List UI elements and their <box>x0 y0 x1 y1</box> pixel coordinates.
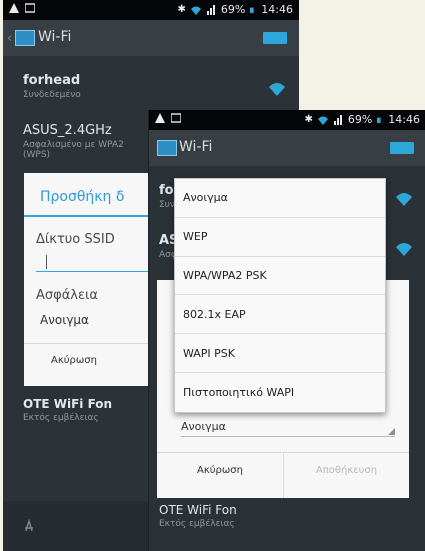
battery-percent: 69% <box>220 3 246 16</box>
text-cursor <box>46 255 47 269</box>
add-network-dialog: Προσθήκη δ Δίκτυο SSID Ασφάλεια Ανοιγμα … <box>24 173 154 386</box>
status-bar: ✱ 69% 14:46 <box>149 110 425 130</box>
signal-icon <box>333 114 342 125</box>
dropdown-arrow-icon <box>388 428 395 435</box>
dialog-button-divider <box>24 343 154 344</box>
page-title: Wi-Fi <box>38 29 72 45</box>
warning-icon <box>155 113 165 123</box>
status-time: 14:46 <box>388 113 420 126</box>
cancel-button[interactable]: Ακύρωση <box>157 465 283 476</box>
bluetooth-icon: ✱ <box>177 4 186 15</box>
security-option-open[interactable]: Ανοιγμα <box>175 179 385 218</box>
status-bar: ✱ 69% 14:46 <box>3 0 299 20</box>
warning-icon <box>9 3 19 13</box>
network-item-forhead[interactable]: forhead Συνδεδεμένο <box>23 73 287 100</box>
wifi-app-icon[interactable] <box>15 30 35 46</box>
wifi-add-icon[interactable] <box>23 519 37 533</box>
network-name: forhead <box>23 73 81 88</box>
page-title: Wi-Fi <box>179 139 213 155</box>
bluetooth-icon: ✱ <box>304 114 313 125</box>
security-option-wpa-psk[interactable]: WPA/WPA2 PSK <box>175 257 385 296</box>
security-select[interactable]: Ανοιγμα <box>40 313 89 327</box>
action-bar: ‹ Wi-Fi <box>3 20 299 56</box>
network-item-ote[interactable]: OTE WiFi Fon Εκτός εμβέλειας <box>159 503 414 529</box>
dialog-title-divider <box>24 215 154 217</box>
security-select[interactable]: Ανοιγμα <box>181 420 226 433</box>
security-options-menu: Ανοιγμα WEP WPA/WPA2 PSK 802.1x EAP WAPI… <box>174 178 386 413</box>
network-status: Εκτός εμβέλειας <box>159 519 235 529</box>
wifi-app-icon[interactable] <box>157 140 177 156</box>
wifi-signal-icon <box>269 83 285 96</box>
dialog-button-divider <box>157 452 409 453</box>
security-option-wapi-certificate[interactable]: Πιστοποιητικό WAPI <box>175 373 385 412</box>
security-label: Ασφάλεια <box>36 288 98 303</box>
wifi-status-icon <box>190 6 201 15</box>
select-underline <box>181 436 395 437</box>
save-button[interactable]: Αποθήκευση <box>284 465 409 476</box>
ssid-label: Δίκτυο SSID <box>36 232 115 247</box>
wifi-toggle[interactable] <box>263 32 287 44</box>
signal-icon <box>206 4 215 15</box>
battery-icon <box>377 117 381 123</box>
dialog-title: Προσθήκη δ <box>40 189 125 205</box>
wifi-signal-icon <box>396 193 412 206</box>
security-option-wapi-psk[interactable]: WAPI PSK <box>175 334 385 373</box>
battery-percent: 69% <box>347 113 373 126</box>
network-name: OTE WiFi Fon <box>159 503 237 517</box>
image-icon <box>25 3 35 13</box>
button-separator <box>283 454 284 498</box>
network-status: Ασφαλισμένο με WPA2 (WPS) <box>23 140 124 160</box>
security-option-8021x-eap[interactable]: 802.1x EAP <box>175 295 385 335</box>
action-bar: Wi-Fi <box>149 130 425 166</box>
network-status: Συνδεδεμένο <box>23 90 81 100</box>
wifi-status-icon <box>317 116 328 125</box>
security-option-wep[interactable]: WEP <box>175 218 385 257</box>
image-icon <box>171 113 181 123</box>
cancel-button[interactable]: Ακύρωση <box>24 355 124 366</box>
status-time: 14:46 <box>261 3 293 16</box>
back-icon[interactable]: ‹ <box>7 31 12 46</box>
wifi-signal-icon <box>396 243 412 256</box>
battery-icon <box>250 7 254 13</box>
ssid-input[interactable] <box>36 255 154 272</box>
wifi-toggle[interactable] <box>390 142 414 154</box>
